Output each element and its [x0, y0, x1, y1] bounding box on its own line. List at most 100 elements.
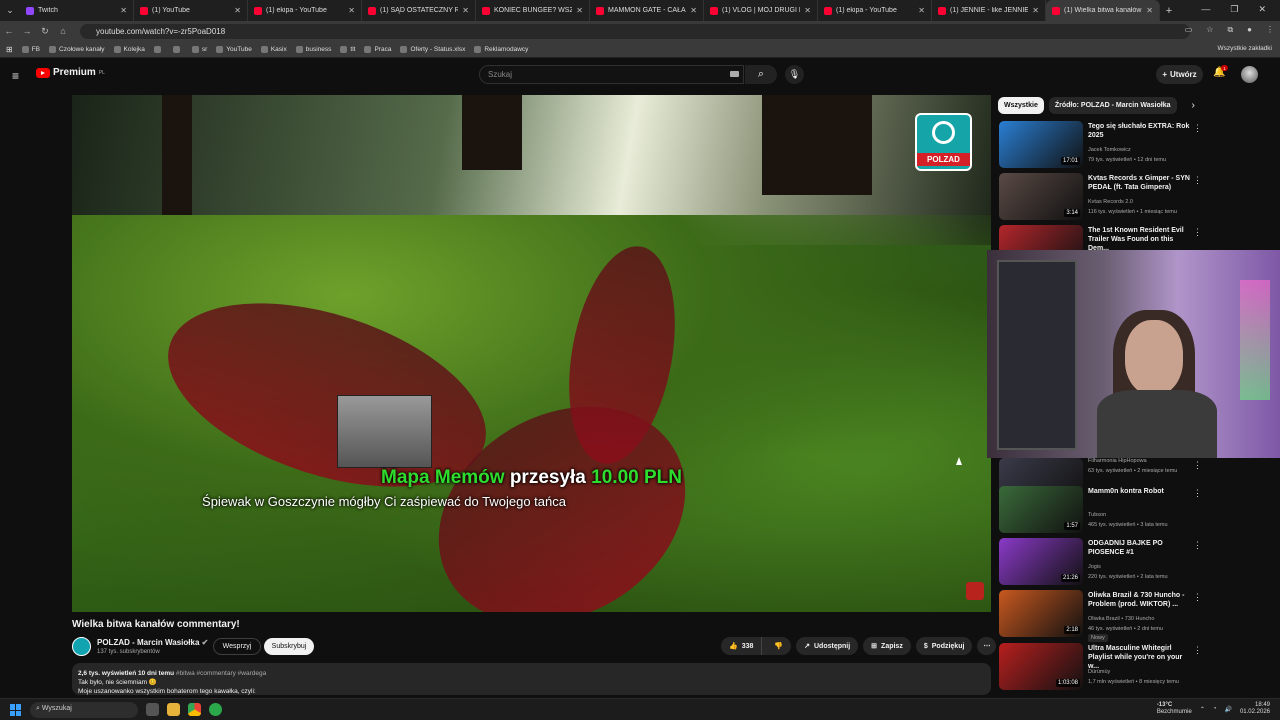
tray-arrow-icon[interactable]: ⌃ [1200, 706, 1205, 713]
bookmark-item[interactable]: Kolejka [113, 45, 145, 53]
search-button[interactable]: ⌕ [745, 65, 777, 84]
close-tab-icon[interactable]: ✕ [120, 6, 127, 15]
browser-tab[interactable]: (1) YouTube ✕ [134, 0, 248, 21]
tab-search-menu-icon[interactable]: ⌄ [0, 0, 20, 21]
extensions-icon[interactable]: ⧉ [1227, 25, 1233, 35]
join-button[interactable]: Wesprzyj [213, 638, 261, 655]
share-button[interactable]: ↗ Udostępnij [796, 637, 859, 655]
bookmark-item[interactable]: business [295, 45, 331, 53]
video-thumbnail[interactable]: 17:01 [999, 121, 1083, 168]
browser-tab[interactable]: (1) JENNIE - like JENNIE (Offic✕ [932, 0, 1046, 21]
recommended-video[interactable]: 17:01 Tego się słuchało EXTRA: Rok 2025 Ja… [999, 121, 1279, 171]
channel-name[interactable]: POLZAD - Marcin Wasiołka ✔ [97, 638, 208, 647]
dislike-button[interactable]: 👎 [766, 642, 791, 650]
bookmark-item[interactable] [153, 45, 164, 53]
recommended-video[interactable]: 3:14 Kvtas Records x Gimper - SYN PEDAŁ (… [999, 173, 1279, 223]
menu-dots-icon[interactable]: ⋮ [1266, 25, 1274, 35]
home-icon[interactable]: ⌂ [54, 26, 72, 36]
bookmark-item[interactable]: Reklamodawcy [474, 45, 528, 53]
save-button[interactable]: ⊞ Zapisz [863, 637, 911, 655]
hamburger-menu-icon[interactable]: ≡ [12, 69, 19, 83]
more-options-icon[interactable]: ⋮ [1193, 227, 1202, 238]
close-tab-icon[interactable]: ✕ [918, 6, 925, 15]
browser-tab[interactable]: (1) Wielka bitwa kanałów ✕ [1046, 0, 1160, 21]
video-thumbnail[interactable]: 1:03:08 [999, 643, 1083, 690]
create-button[interactable]: + Utwórz [1156, 65, 1203, 84]
recommended-video[interactable]: 1:57 Mamm0n kontra Robot Tubson 465 tys. wy… [999, 486, 1279, 536]
browser-tab[interactable]: Twitch ✕ [20, 0, 134, 21]
bookmark-item[interactable]: YouTube [216, 45, 252, 53]
more-options-icon[interactable]: ⋮ [1193, 460, 1202, 471]
chip-all[interactable]: Wszystkie [998, 97, 1044, 114]
bookmark-star-icon[interactable]: ☆ [1206, 25, 1213, 35]
bookmark-item[interactable] [172, 45, 183, 53]
browser-tab[interactable]: (1) ekipa - YouTube ✕ [248, 0, 362, 21]
voice-search-button[interactable]: 🎙 [785, 65, 804, 84]
browser-tab[interactable]: (1) SĄD OSTATECZNY RANDO ✕ [362, 0, 476, 21]
close-tab-icon[interactable]: ✕ [462, 6, 469, 15]
like-button[interactable]: 👍 338 [721, 637, 763, 655]
bookmark-item[interactable]: sr [191, 45, 207, 53]
browser-tab[interactable]: MAMMON GATE - CAŁA PRAWDA ✕ [590, 0, 704, 21]
chrome-icon[interactable] [188, 703, 201, 716]
search-input[interactable]: Szukaj [479, 65, 744, 84]
thanks-button[interactable]: $ Podziękuj [915, 637, 973, 655]
browser-tab[interactable]: (1) ekipa - YouTube ✕ [818, 0, 932, 21]
app-icon[interactable] [209, 703, 222, 716]
subscribe-button[interactable]: Subskrybuj [264, 638, 314, 655]
bookmark-item[interactable]: FB [21, 45, 40, 53]
weather-widget[interactable]: -13°C Bezchmurnie [1157, 702, 1192, 716]
windows-start-icon[interactable] [10, 704, 22, 716]
close-tab-icon[interactable]: ✕ [348, 6, 355, 15]
reload-icon[interactable]: ↻ [36, 26, 54, 37]
close-tab-icon[interactable]: ✕ [576, 6, 583, 15]
network-icon[interactable]: ◔ [1213, 706, 1217, 712]
account-avatar[interactable] [1241, 66, 1258, 83]
close-tab-icon[interactable]: ✕ [1032, 6, 1039, 15]
all-bookmarks-link[interactable]: Wszystkie zakładki [1217, 45, 1272, 52]
close-tab-icon[interactable]: ✕ [804, 6, 811, 15]
new-tab-button[interactable]: + [1160, 5, 1178, 17]
youtube-logo[interactable]: Premium PL [36, 67, 105, 78]
bookmark-item[interactable]: Czołowe kanały [49, 45, 105, 53]
close-window-icon[interactable]: ✕ [1258, 4, 1266, 15]
recommended-video[interactable]: 1:03:08 Ultra Masculine Whitegirl Playlis… [999, 643, 1279, 693]
taskbar-search[interactable]: ⌕ Wyszukaj [30, 702, 138, 718]
forward-icon[interactable]: → [18, 26, 36, 36]
video-thumbnail[interactable]: 3:14 [999, 173, 1083, 220]
hashtags[interactable]: #bitwa #commentary #wardega [176, 670, 266, 677]
task-view-icon[interactable] [146, 703, 159, 716]
more-options-icon[interactable]: ⋮ [1193, 123, 1202, 134]
file-explorer-icon[interactable] [167, 703, 180, 716]
cast-icon[interactable]: ▭ [1185, 25, 1193, 35]
chevron-right-icon[interactable]: › [1192, 100, 1195, 111]
keyboard-icon[interactable] [730, 71, 739, 77]
channel-watermark[interactable]: POLZAD [915, 113, 972, 171]
more-actions-button[interactable]: ⋯ [977, 637, 997, 655]
more-options-icon[interactable]: ⋮ [1193, 540, 1202, 551]
volume-icon[interactable]: 🔊 [1224, 706, 1231, 713]
back-icon[interactable]: ← [0, 26, 18, 36]
apps-icon[interactable]: ⊞ [6, 45, 13, 54]
close-tab-icon[interactable]: ✕ [1146, 6, 1153, 15]
video-description[interactable]: 2,6 tys. wyświetleń 10 dni temu #bitwa #… [72, 663, 991, 695]
bookmark-item[interactable]: Praca [364, 45, 391, 53]
more-options-icon[interactable]: ⋮ [1193, 592, 1202, 603]
bookmark-item[interactable]: tlt [340, 45, 355, 53]
video-thumbnail[interactable]: 2:18 [999, 590, 1083, 637]
minimize-icon[interactable]: — [1201, 4, 1210, 15]
profile-icon[interactable]: ● [1247, 25, 1252, 35]
browser-tab[interactable]: KONIEC BUNGEE? WSZYSCY✕ [476, 0, 590, 21]
more-options-icon[interactable]: ⋮ [1193, 488, 1202, 499]
close-tab-icon[interactable]: ✕ [234, 6, 241, 15]
browser-tab[interactable]: (1) VLOG | MÓJ DRUGI PORÓD ✕ [704, 0, 818, 21]
close-tab-icon[interactable]: ✕ [690, 6, 697, 15]
recommended-video[interactable]: 2:18 Oliwka Brazil & 730 Huncho - Problem… [999, 590, 1279, 642]
video-thumbnail[interactable]: 1:57 [999, 486, 1083, 533]
more-options-icon[interactable]: ⋮ [1193, 175, 1202, 186]
maximize-icon[interactable]: ❐ [1230, 4, 1238, 15]
video-player[interactable]: POLZAD Mapa Memów przesyła 10.00 PLN Śpi… [72, 95, 991, 612]
bookmark-item[interactable]: Oferty - Status.xlsx [400, 45, 465, 53]
more-options-icon[interactable]: ⋮ [1193, 645, 1202, 656]
subscribe-watermark-icon[interactable] [966, 582, 984, 600]
